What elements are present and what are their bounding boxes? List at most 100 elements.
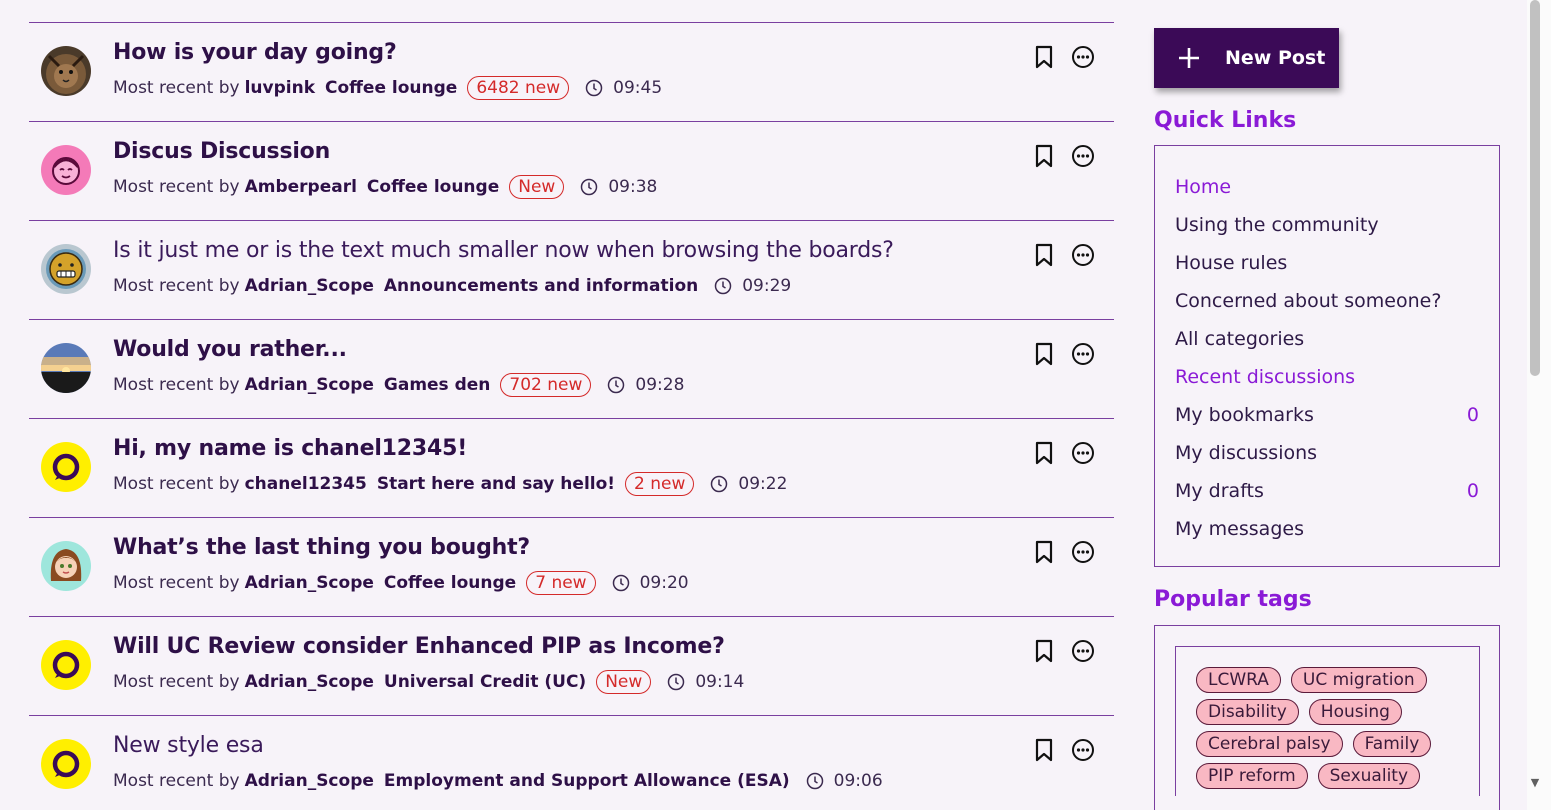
category-link[interactable]: Games den: [384, 373, 491, 397]
tag-chip[interactable]: UC migration: [1290, 667, 1427, 693]
grimace-avatar[interactable]: [41, 244, 91, 294]
author-link[interactable]: chanel12345: [245, 472, 367, 496]
quick-link-item[interactable]: All categories: [1155, 327, 1499, 365]
discussion-list: How is your day going? Most recent by luvp…: [29, 22, 1114, 810]
more-options-icon[interactable]: [1071, 738, 1095, 762]
new-count-badge[interactable]: 6482 new: [467, 76, 570, 100]
category-link[interactable]: Announcements and information: [384, 274, 698, 298]
last-post-time: 09:14: [695, 672, 745, 692]
discussion-meta: Most recent by Adrian_Scope Universal Cred…: [113, 670, 744, 694]
more-options-icon[interactable]: [1071, 639, 1095, 663]
quick-link-item[interactable]: Recent discussions: [1155, 365, 1499, 403]
quick-link-item[interactable]: Home: [1155, 175, 1499, 213]
tag-chip[interactable]: Sexuality: [1317, 763, 1421, 789]
bookmark-icon[interactable]: [1032, 540, 1056, 564]
discussion-title-link[interactable]: What’s the last thing you bought?: [113, 535, 530, 561]
discussion-title-link[interactable]: Hi, my name is chanel12345!: [113, 436, 467, 462]
scrollbar-thumb[interactable]: [1530, 0, 1540, 376]
new-post-button[interactable]: New Post: [1154, 28, 1339, 88]
category-link[interactable]: Coffee lounge: [367, 175, 499, 199]
scroll-down-arrow-icon[interactable]: ▼: [1528, 776, 1542, 790]
bookmark-icon[interactable]: [1032, 639, 1056, 663]
more-options-icon[interactable]: [1071, 441, 1095, 465]
speech-bubble-avatar[interactable]: [41, 442, 91, 492]
author-link[interactable]: Amberpearl: [245, 175, 357, 199]
vertical-scrollbar[interactable]: ▼: [1527, 0, 1551, 810]
discussion-row: Would you rather... Most recent by Adrian_…: [29, 319, 1114, 418]
bookmark-icon[interactable]: [1032, 243, 1056, 267]
new-count-badge[interactable]: 2 new: [625, 472, 695, 496]
more-options-icon[interactable]: [1071, 342, 1095, 366]
discussion-row: Hi, my name is chanel12345! Most recent b…: [29, 418, 1114, 517]
speech-bubble-avatar[interactable]: [41, 640, 91, 690]
discussion-title-link[interactable]: New style esa: [113, 733, 264, 759]
quick-link-item[interactable]: My bookmarks 0: [1155, 403, 1499, 441]
new-post-label: New Post: [1225, 47, 1326, 69]
discussion-title-link[interactable]: Would you rather...: [113, 337, 347, 363]
category-link[interactable]: Coffee lounge: [325, 76, 457, 100]
bookmark-icon[interactable]: [1032, 144, 1056, 168]
last-post-time: 09:06: [833, 771, 883, 791]
new-count-badge[interactable]: 7 new: [526, 571, 596, 595]
quick-link-label: My bookmarks: [1175, 404, 1314, 426]
most-recent-by-label: Most recent by: [113, 771, 240, 791]
quick-link-label: My messages: [1175, 518, 1304, 540]
discussion-title-link[interactable]: Will UC Review consider Enhanced PIP as …: [113, 634, 725, 660]
author-link[interactable]: Adrian_Scope: [245, 373, 374, 397]
most-recent-by-label: Most recent by: [113, 474, 240, 494]
discussion-title-link[interactable]: Is it just me or is the text much smalle…: [113, 238, 894, 264]
pink-face-avatar[interactable]: [41, 145, 91, 195]
speech-bubble-avatar[interactable]: [41, 739, 91, 789]
tag-chip[interactable]: Family: [1352, 731, 1432, 757]
author-link[interactable]: Adrian_Scope: [245, 670, 374, 694]
quick-link-item[interactable]: Concerned about someone?: [1155, 289, 1499, 327]
quick-link-item[interactable]: My drafts 0: [1155, 479, 1499, 517]
discussion-title-link[interactable]: Discus Discussion: [113, 139, 330, 165]
discussion-row: Will UC Review consider Enhanced PIP as …: [29, 616, 1114, 715]
category-link[interactable]: Coffee lounge: [384, 571, 516, 595]
tag-chip[interactable]: Cerebral palsy: [1196, 731, 1343, 757]
tag-chip[interactable]: Housing: [1308, 699, 1402, 725]
new-count-badge[interactable]: New: [509, 175, 565, 199]
bookmark-icon[interactable]: [1032, 45, 1056, 69]
author-link[interactable]: Adrian_Scope: [245, 274, 374, 298]
discussion-meta: Most recent by Adrian_Scope Announcements …: [113, 274, 791, 298]
quick-link-item[interactable]: House rules: [1155, 251, 1499, 289]
discussion-row: What’s the last thing you bought? Most re…: [29, 517, 1114, 616]
lion-avatar[interactable]: [41, 46, 91, 96]
more-options-icon[interactable]: [1071, 540, 1095, 564]
bookmark-icon[interactable]: [1032, 738, 1056, 762]
bookmark-icon[interactable]: [1032, 441, 1056, 465]
more-options-icon[interactable]: [1071, 243, 1095, 267]
new-count-badge[interactable]: New: [596, 670, 652, 694]
category-link[interactable]: Start here and say hello!: [377, 472, 615, 496]
quick-link-item[interactable]: My discussions: [1155, 441, 1499, 479]
author-link[interactable]: Adrian_Scope: [245, 769, 374, 793]
row-actions: [1032, 342, 1095, 366]
tag-chip[interactable]: PIP reform: [1196, 763, 1308, 789]
new-count-badge[interactable]: 702 new: [500, 373, 592, 397]
clock-icon: [585, 79, 603, 97]
row-actions: [1032, 144, 1095, 168]
discussion-title-link[interactable]: How is your day going?: [113, 40, 397, 66]
category-link[interactable]: Employment and Support Allowance (ESA): [384, 769, 790, 793]
author-link[interactable]: Adrian_Scope: [245, 571, 374, 595]
girl-avatar[interactable]: [41, 541, 91, 591]
most-recent-by-label: Most recent by: [113, 78, 240, 98]
bookmark-icon[interactable]: [1032, 342, 1056, 366]
author-link[interactable]: luvpink: [245, 76, 315, 100]
quick-link-item[interactable]: My messages: [1155, 517, 1499, 555]
most-recent-by-label: Most recent by: [113, 375, 240, 395]
last-post-time: 09:29: [742, 276, 792, 296]
tag-chip[interactable]: Disability: [1196, 699, 1299, 725]
discussion-meta: Most recent by Adrian_Scope Employment and…: [113, 769, 883, 793]
discussion-row: How is your day going? Most recent by luvp…: [29, 22, 1114, 121]
more-options-icon[interactable]: [1071, 144, 1095, 168]
sunset-avatar[interactable]: [41, 343, 91, 393]
row-actions: [1032, 540, 1095, 564]
quick-link-item[interactable]: Using the community: [1155, 213, 1499, 251]
more-options-icon[interactable]: [1071, 45, 1095, 69]
last-post-time: 09:28: [635, 375, 685, 395]
tag-chip[interactable]: LCWRA: [1196, 667, 1281, 693]
category-link[interactable]: Universal Credit (UC): [384, 670, 586, 694]
